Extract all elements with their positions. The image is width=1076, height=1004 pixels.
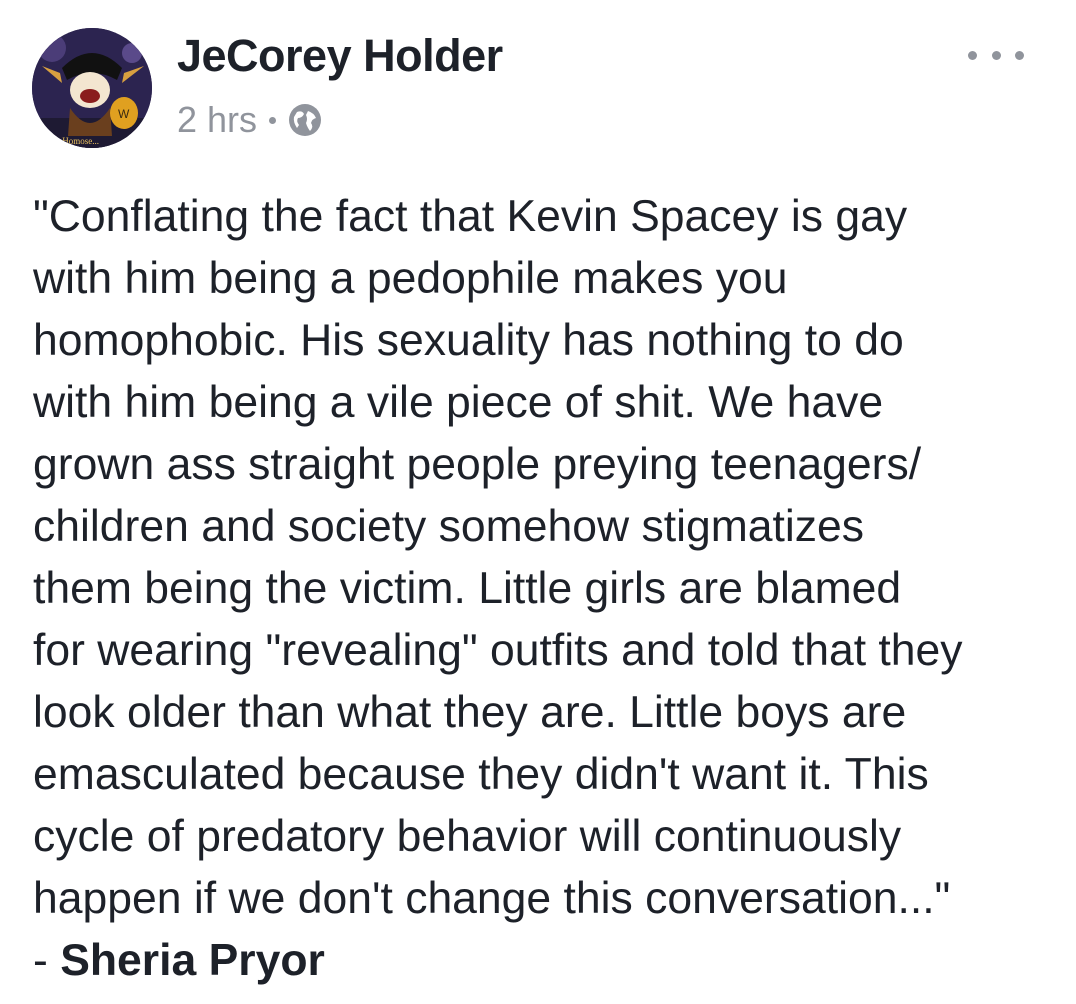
facebook-post: W ...hs in Homose... JeCorey Holder 2 hr… (0, 0, 1076, 1004)
more-dot (968, 50, 977, 60)
more-options-icon[interactable] (968, 40, 1024, 70)
post-meta: 2 hrs (177, 98, 322, 142)
post-body: "Conflating the fact that Kevin Spacey i… (33, 186, 1063, 992)
post-body-line: "Conflating the fact that Kevin Spacey i… (33, 192, 908, 241)
post-body-line: happen if we don't change this conversat… (33, 874, 951, 923)
more-dot (991, 50, 1001, 60)
post-body-line: cycle of predatory behavior will continu… (33, 812, 902, 861)
attribution-prefix: - (33, 936, 61, 985)
post-body-line: emasculated because they didn't want it.… (33, 750, 929, 799)
post-body-line: look older than what they are. Little bo… (33, 688, 907, 737)
post-body-line: them being the victim. Little girls are … (33, 564, 902, 613)
post-body-line: homophobic. His sexuality has nothing to… (33, 316, 904, 365)
attribution-name: Sheria Pryor (60, 936, 325, 985)
post-body-line: with him being a vile piece of shit. We … (33, 378, 884, 427)
post-body-line: for wearing "revealing" outfits and told… (33, 626, 963, 675)
globe-icon[interactable] (288, 103, 322, 137)
post-body-line: children and society somehow stigmatizes (33, 502, 865, 551)
timestamp[interactable]: 2 hrs (177, 99, 257, 141)
more-dot (1015, 50, 1024, 60)
avatar[interactable]: W ...hs in Homose... (32, 28, 152, 148)
svg-text:...hs in Homose...: ...hs in Homose... (36, 136, 99, 146)
avatar-image: W ...hs in Homose... (32, 28, 152, 148)
post-body-line: with him being a pedophile makes you (33, 254, 788, 303)
attribution: - Sheria Pryor (33, 930, 1063, 992)
post-body-line: grown ass straight people preying teenag… (33, 440, 922, 489)
author-name[interactable]: JeCorey Holder (177, 30, 503, 82)
svg-text:W: W (118, 107, 130, 121)
separator-dot (269, 116, 277, 124)
